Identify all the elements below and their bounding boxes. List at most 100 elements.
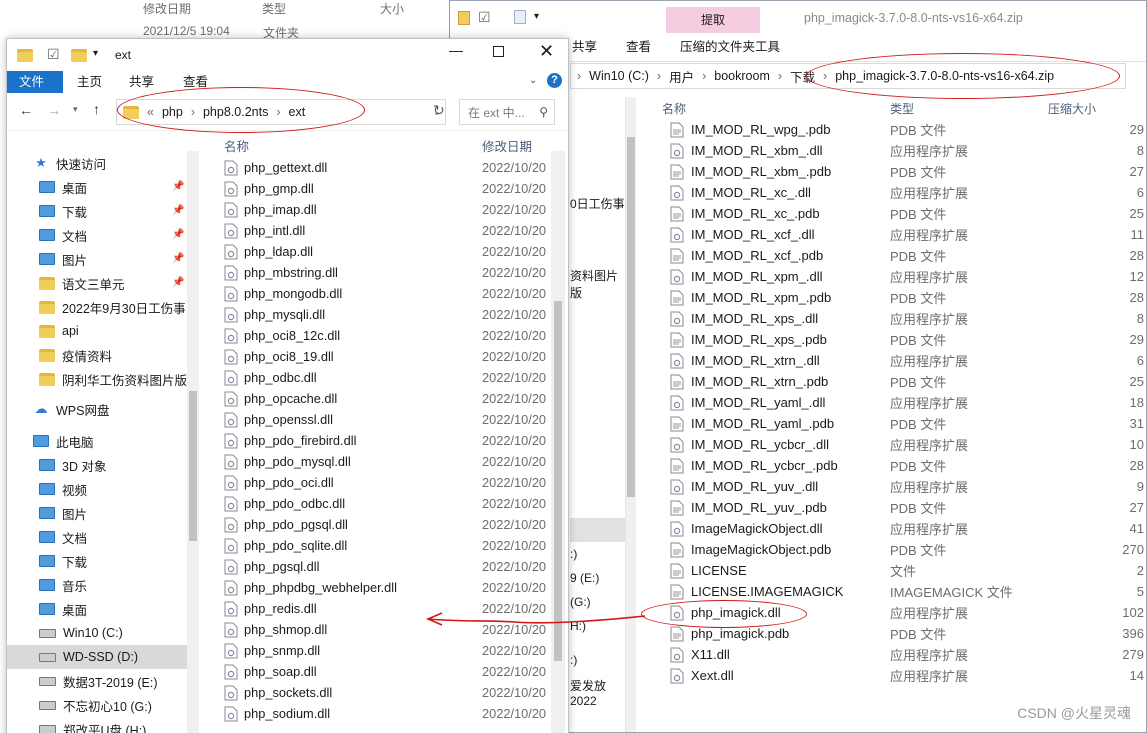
zip-file-row[interactable]: IM_MOD_RL_ycbcr_.pdb PDB 文件 28 bbox=[662, 455, 1146, 476]
maximize-icon[interactable] bbox=[493, 46, 504, 57]
ext-file-row[interactable]: php_oci8_12c.dll 2022/10/20 bbox=[207, 325, 567, 346]
zip-file-row[interactable]: IM_MOD_RL_yuv_.pdb PDB 文件 27 bbox=[662, 497, 1146, 518]
pin-icon[interactable]: 📌 bbox=[172, 277, 184, 288]
ext-file-row[interactable]: php_ldap.dll 2022/10/20 bbox=[207, 241, 567, 262]
new-folder-icon[interactable] bbox=[71, 49, 87, 62]
zip-file-row[interactable]: php_imagick.dll 应用程序扩展 102 bbox=[662, 602, 1146, 623]
up-icon[interactable]: ↑ bbox=[93, 101, 100, 117]
bg-header-type[interactable]: 类型 bbox=[262, 0, 286, 17]
pin-icon[interactable]: 📌 bbox=[172, 229, 184, 240]
breadcrumb-zip[interactable]: php_imagick-3.7.0-8.0-nts-vs16-x64.zip bbox=[835, 69, 1054, 83]
zip-file-row[interactable]: IM_MOD_RL_yaml_.dll 应用程序扩展 18 bbox=[662, 392, 1146, 413]
forward-icon[interactable]: → bbox=[47, 102, 61, 118]
overflow-icon[interactable]: « bbox=[147, 105, 154, 119]
nav-scrollbar[interactable] bbox=[187, 151, 199, 733]
col-name[interactable]: 名称 bbox=[207, 136, 482, 155]
nav-wps[interactable]: ☁ WPS网盘 bbox=[7, 397, 187, 421]
ext-file-row[interactable]: php_openssl.dll 2022/10/20 bbox=[207, 409, 567, 430]
ext-file-row[interactable]: php_mongodb.dll 2022/10/20 bbox=[207, 283, 567, 304]
search-input[interactable]: 在 ext 中... ⚲ bbox=[459, 99, 555, 125]
left-address-bar[interactable]: « php › php8.0.2nts › ext ⌄ bbox=[116, 99, 446, 125]
nav-quick-item[interactable]: 阴利华工伤资料图片版 bbox=[7, 367, 187, 391]
nav-quick-item[interactable]: api bbox=[7, 319, 187, 343]
nav-drive[interactable]: 数据3T-2019 (E:) bbox=[7, 669, 187, 693]
check-icon[interactable]: ☑ bbox=[47, 46, 60, 63]
nav-quick-item[interactable]: 语文三单元 📌 bbox=[7, 271, 187, 295]
zip-file-row[interactable]: IM_MOD_RL_xtrn_.pdb PDB 文件 25 bbox=[662, 371, 1146, 392]
back-icon[interactable]: ← bbox=[19, 102, 33, 118]
right-address-bar[interactable]: › Win10 (C:) › 用户 › bookroom › 下载 › php_… bbox=[570, 63, 1126, 89]
expand-ribbon-icon[interactable]: ⌄ bbox=[529, 75, 537, 86]
nav-quick-item[interactable]: 疫情资料 bbox=[7, 343, 187, 367]
zip-file-row[interactable]: IM_MOD_RL_xpm_.pdb PDB 文件 28 bbox=[662, 287, 1146, 308]
breadcrumb-ext[interactable]: ext bbox=[289, 105, 306, 119]
breadcrumb-bookroom[interactable]: bookroom bbox=[714, 69, 770, 83]
zip-file-row[interactable]: IM_MOD_RL_yaml_.pdb PDB 文件 31 bbox=[662, 413, 1146, 434]
ext-file-row[interactable]: php_snmp.dll 2022/10/20 bbox=[207, 640, 567, 661]
ext-file-row[interactable]: php_phpdbg_webhelper.dll 2022/10/20 bbox=[207, 577, 567, 598]
file-scrollbar[interactable] bbox=[551, 151, 565, 733]
nav-drive[interactable]: Win10 (C:) bbox=[7, 621, 187, 645]
quick-access-dropdown-icon[interactable]: ▾ bbox=[534, 11, 539, 22]
page-icon[interactable] bbox=[514, 10, 526, 24]
ext-file-row[interactable]: php_soap.dll 2022/10/20 bbox=[207, 661, 567, 682]
tab-file[interactable]: 文件 bbox=[7, 71, 63, 93]
ext-file-row[interactable]: php_pdo_oci.dll 2022/10/20 bbox=[207, 472, 567, 493]
tab-home[interactable]: 主页 bbox=[65, 71, 114, 93]
check-icon[interactable]: ☑ bbox=[478, 9, 491, 26]
nav-pc-item[interactable]: 视频 bbox=[7, 477, 187, 501]
pin-icon[interactable]: 📌 bbox=[172, 205, 184, 216]
ext-file-row[interactable]: php_intl.dll 2022/10/20 bbox=[207, 220, 567, 241]
tab-compressed-tools[interactable]: 压缩的文件夹工具 bbox=[668, 36, 792, 58]
nav-quick-access[interactable]: ★ 快速访问 bbox=[7, 151, 187, 175]
zip-file-row[interactable]: IM_MOD_RL_xcf_.dll 应用程序扩展 11 bbox=[662, 224, 1146, 245]
col-type[interactable]: 类型 bbox=[890, 100, 1048, 117]
nav-drive[interactable]: WD-SSD (D:) bbox=[7, 645, 187, 669]
zip-file-row[interactable]: LICENSE.IMAGEMAGICK IMAGEMAGICK 文件 5 bbox=[662, 581, 1146, 602]
ext-file-row[interactable]: php_pgsql.dll 2022/10/20 bbox=[207, 556, 567, 577]
nav-drive[interactable]: 郑改平U盘 (H:) bbox=[7, 717, 187, 733]
ext-file-row[interactable]: php_pdo_pgsql.dll 2022/10/20 bbox=[207, 514, 567, 535]
zip-file-row[interactable]: IM_MOD_RL_xc_.dll 应用程序扩展 6 bbox=[662, 182, 1146, 203]
ext-file-row[interactable]: php_gettext.dll 2022/10/20 bbox=[207, 157, 567, 178]
bg-header-size[interactable]: 大小 bbox=[380, 0, 404, 17]
zip-file-row[interactable]: ImageMagickObject.dll 应用程序扩展 41 bbox=[662, 518, 1146, 539]
ext-file-row[interactable]: php_sockets.dll 2022/10/20 bbox=[207, 682, 567, 703]
col-size[interactable]: 压缩大小 bbox=[1048, 100, 1144, 117]
minimize-icon[interactable]: — bbox=[449, 42, 463, 58]
pin-icon[interactable]: 📌 bbox=[172, 181, 184, 192]
nav-quick-item[interactable]: 桌面 📌 bbox=[7, 175, 187, 199]
breadcrumb-users[interactable]: 用户 bbox=[669, 67, 694, 86]
nav-quick-item[interactable]: 文档 📌 bbox=[7, 223, 187, 247]
nav-pc-item[interactable]: 音乐 bbox=[7, 573, 187, 597]
zip-file-row[interactable]: ImageMagickObject.pdb PDB 文件 270 bbox=[662, 539, 1146, 560]
breadcrumb-downloads[interactable]: 下载 bbox=[790, 67, 815, 86]
breadcrumb-php802nts[interactable]: php8.0.2nts bbox=[203, 105, 268, 119]
ext-file-row[interactable]: php_pdo_odbc.dll 2022/10/20 bbox=[207, 493, 567, 514]
ext-file-row[interactable]: php_sodium.dll 2022/10/20 bbox=[207, 703, 567, 724]
ext-file-row[interactable]: php_odbc.dll 2022/10/20 bbox=[207, 367, 567, 388]
pin-icon[interactable]: 📌 bbox=[172, 253, 184, 264]
zip-file-row[interactable]: IM_MOD_RL_yuv_.dll 应用程序扩展 9 bbox=[662, 476, 1146, 497]
ext-file-row[interactable]: php_imap.dll 2022/10/20 bbox=[207, 199, 567, 220]
bg-header-date[interactable]: 修改日期 bbox=[143, 0, 191, 17]
zip-file-row[interactable]: LICENSE 文件 2 bbox=[662, 560, 1146, 581]
close-icon[interactable]: ✕ bbox=[539, 41, 554, 62]
nav-pc-item[interactable]: 3D 对象 bbox=[7, 453, 187, 477]
ext-file-row[interactable]: php_pdo_firebird.dll 2022/10/20 bbox=[207, 430, 567, 451]
ext-file-row[interactable]: php_mbstring.dll 2022/10/20 bbox=[207, 262, 567, 283]
zip-file-row[interactable]: IM_MOD_RL_ycbcr_.dll 应用程序扩展 10 bbox=[662, 434, 1146, 455]
quick-access-dropdown-icon[interactable]: ▾ bbox=[93, 48, 98, 59]
zip-file-row[interactable]: IM_MOD_RL_xc_.pdb PDB 文件 25 bbox=[662, 203, 1146, 224]
nav-pc-item[interactable]: 图片 bbox=[7, 501, 187, 525]
nav-quick-item[interactable]: 图片 📌 bbox=[7, 247, 187, 271]
tab-view[interactable]: 查看 bbox=[171, 71, 220, 93]
zip-file-row[interactable]: IM_MOD_RL_xtrn_.dll 应用程序扩展 6 bbox=[662, 350, 1146, 371]
nav-pc-item[interactable]: 下载 bbox=[7, 549, 187, 573]
nav-quick-item[interactable]: 下载 📌 bbox=[7, 199, 187, 223]
nav-drive[interactable]: 不忘初心10 (G:) bbox=[7, 693, 187, 717]
ext-file-row[interactable]: php_opcache.dll 2022/10/20 bbox=[207, 388, 567, 409]
nav-quick-item[interactable]: 2022年9月30日工伤事 bbox=[7, 295, 187, 319]
zip-file-row[interactable]: IM_MOD_RL_xpm_.dll 应用程序扩展 12 bbox=[662, 266, 1146, 287]
breadcrumb-c-drive[interactable]: Win10 (C:) bbox=[589, 69, 649, 83]
